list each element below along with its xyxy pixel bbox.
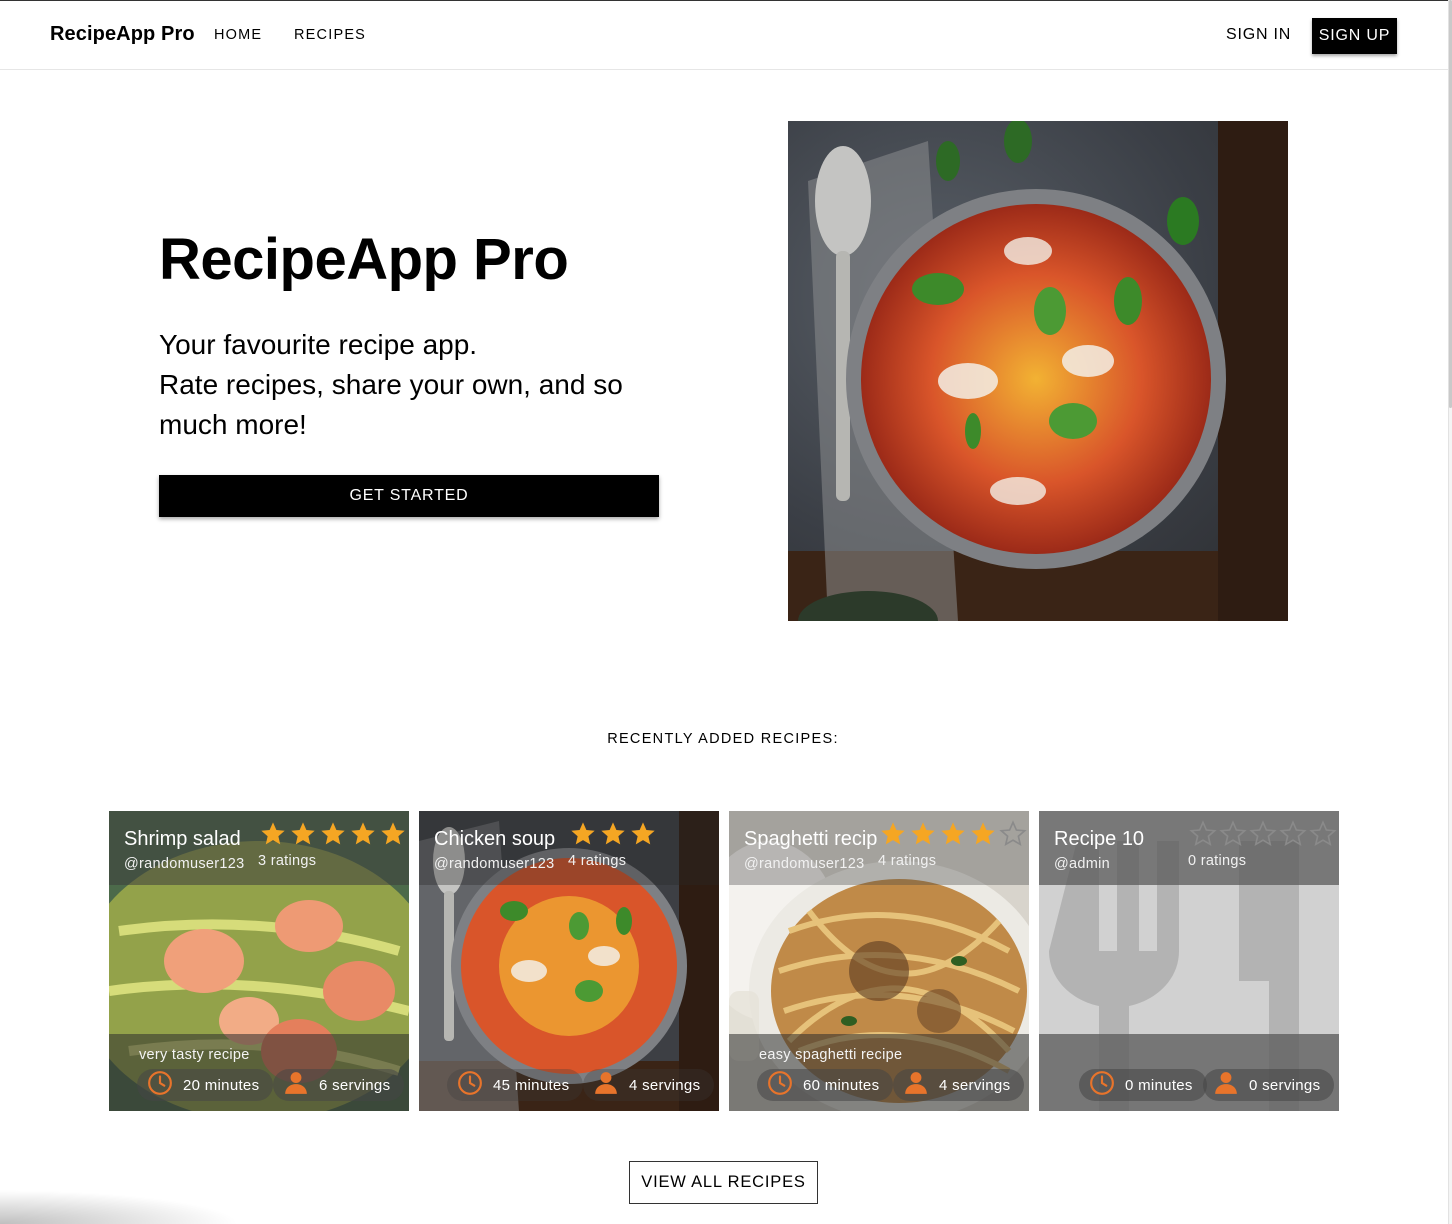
- recipe-card-recipe-10[interactable]: Recipe 10 @admin 0 ratings 0 minutes 0 s…: [1039, 811, 1339, 1111]
- star-icon: [601, 822, 625, 845]
- ratings-count: 4 ratings: [878, 853, 937, 869]
- servings-pill: 4 servings: [893, 1069, 1025, 1101]
- star-rating: [569, 820, 657, 848]
- recipe-card-spaghetti[interactable]: Spaghetti recip @randomuser123 4 ratings…: [729, 811, 1029, 1111]
- star-rating: [879, 820, 1027, 848]
- time-pill: 20 minutes: [137, 1069, 274, 1101]
- recipe-author[interactable]: @admin: [1054, 856, 1110, 872]
- star-icon: [999, 820, 1027, 847]
- recipe-title: Shrimp salad: [124, 828, 241, 850]
- recipe-card-chicken-soup[interactable]: Chicken soup @randomuser123 4 ratings 45…: [419, 811, 719, 1111]
- cook-time: 0 minutes: [1125, 1076, 1193, 1094]
- star-icon: [1309, 820, 1337, 847]
- hero-subtitle-line2: Rate recipes, share your own, and so muc…: [159, 369, 623, 440]
- servings: 4 servings: [629, 1076, 701, 1094]
- star-icon: [971, 822, 995, 845]
- star-icon: [911, 822, 935, 845]
- hero-image: [788, 121, 1288, 621]
- sign-in-button[interactable]: SIGN IN: [1226, 26, 1291, 44]
- servings-pill: 0 servings: [1203, 1069, 1335, 1101]
- page-shadow: [0, 1190, 240, 1224]
- recipe-author[interactable]: @randomuser123: [744, 856, 864, 872]
- star-icon: [381, 822, 405, 845]
- time-pill: 0 minutes: [1079, 1069, 1207, 1101]
- servings: 0 servings: [1249, 1076, 1321, 1094]
- nav-home[interactable]: HOME: [214, 27, 262, 43]
- servings-pill: 6 servings: [273, 1069, 405, 1101]
- hero-subtitle: Your favourite recipe app. Rate recipes,…: [159, 325, 679, 445]
- recipe-description: very tasty recipe: [139, 1047, 250, 1063]
- recipe-card-shrimp-salad[interactable]: Shrimp salad @randomuser123 3 ratings ve…: [109, 811, 409, 1111]
- cook-time: 20 minutes: [183, 1076, 260, 1094]
- time-pill: 60 minutes: [757, 1069, 894, 1101]
- star-icon: [261, 822, 285, 845]
- cook-time: 60 minutes: [803, 1076, 880, 1094]
- star-icon: [1219, 820, 1247, 847]
- ratings-count: 3 ratings: [258, 853, 317, 869]
- star-icon: [291, 822, 315, 845]
- recipe-description: easy spaghetti recipe: [759, 1047, 903, 1063]
- hero-title: RecipeApp Pro: [159, 227, 569, 292]
- clock-icon: [457, 1070, 493, 1100]
- get-started-button[interactable]: GET STARTED: [159, 475, 659, 517]
- servings: 4 servings: [939, 1076, 1011, 1094]
- star-icon: [631, 822, 655, 845]
- recipe-author[interactable]: @randomuser123: [434, 856, 554, 872]
- clock-icon: [147, 1070, 183, 1100]
- star-rating: [1189, 820, 1337, 848]
- time-pill: 45 minutes: [447, 1069, 584, 1101]
- star-icon: [941, 822, 965, 845]
- brand-logo[interactable]: RecipeApp Pro: [50, 23, 195, 46]
- person-icon: [283, 1070, 319, 1100]
- star-icon: [321, 822, 345, 845]
- person-icon: [593, 1070, 629, 1100]
- recipe-title: Recipe 10: [1054, 828, 1145, 850]
- servings-pill: 4 servings: [583, 1069, 715, 1101]
- person-icon: [903, 1070, 939, 1100]
- hero-subtitle-line1: Your favourite recipe app.: [159, 329, 478, 360]
- view-all-recipes-button[interactable]: VIEW ALL RECIPES: [629, 1161, 818, 1204]
- clock-icon: [767, 1070, 803, 1100]
- nav-recipes[interactable]: RECIPES: [294, 27, 366, 43]
- servings: 6 servings: [319, 1076, 391, 1094]
- star-rating: [259, 820, 407, 848]
- sign-up-button[interactable]: SIGN UP: [1312, 18, 1397, 54]
- star-icon: [351, 822, 375, 845]
- person-icon: [1213, 1070, 1249, 1100]
- star-icon: [1249, 820, 1277, 847]
- app-header: RecipeApp Pro HOME RECIPES SIGN IN SIGN …: [0, 0, 1448, 70]
- star-icon: [571, 822, 595, 845]
- ratings-count: 4 ratings: [568, 853, 627, 869]
- recipe-title: Chicken soup: [434, 828, 556, 850]
- star-icon: [1279, 820, 1307, 847]
- star-icon: [881, 822, 905, 845]
- star-icon: [1189, 820, 1217, 847]
- cook-time: 45 minutes: [493, 1076, 570, 1094]
- recipe-title: Spaghetti recip: [744, 828, 878, 850]
- recent-recipes-heading: RECENTLY ADDED RECIPES:: [607, 731, 839, 747]
- ratings-count: 0 ratings: [1188, 853, 1247, 869]
- clock-icon: [1089, 1070, 1125, 1100]
- recipe-author[interactable]: @randomuser123: [124, 856, 244, 872]
